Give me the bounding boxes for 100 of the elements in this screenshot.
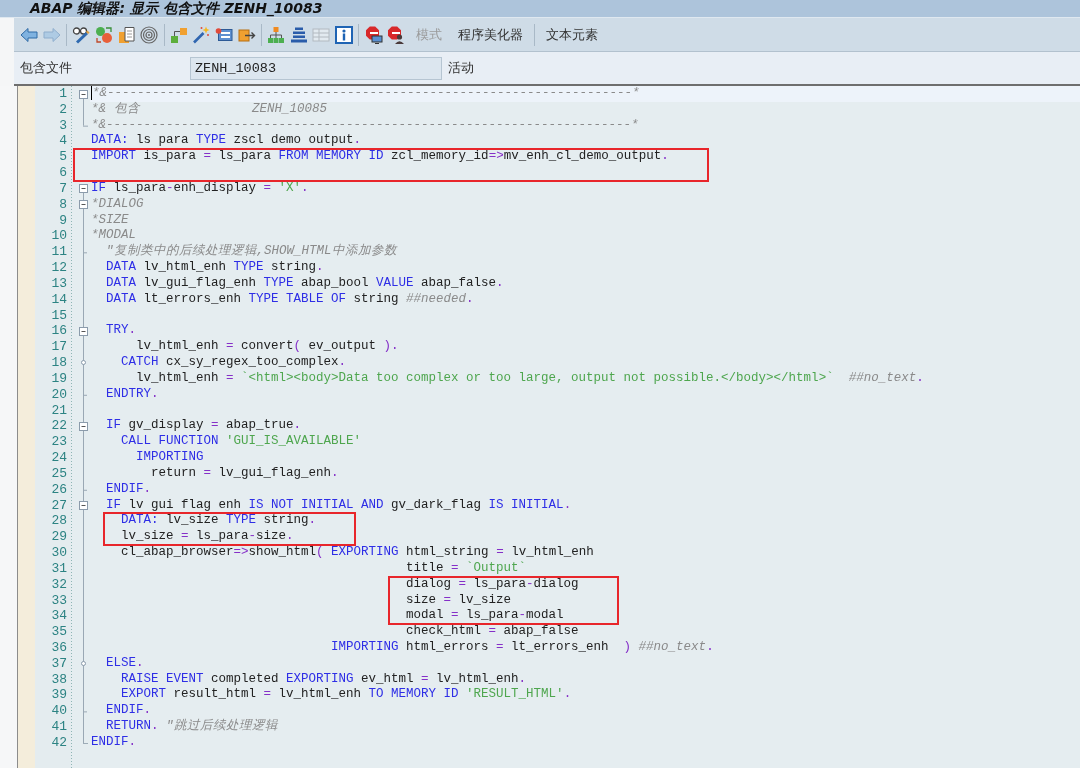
line-number: 11 [51,244,67,260]
bars-icon [289,25,308,44]
line-number: 12 [51,260,67,276]
line-number: 9 [59,212,67,228]
code-line: RAISE EVENT completed EXPORTING ev_html = lv_html_enh. [121,671,527,686]
code-line: *&----------------------------------------------------------------------* [91,117,639,132]
fold-toggle-icon[interactable] [79,184,88,194]
stop-person-icon [387,25,406,44]
code-line: DATA: lv_size TYPE string. [121,513,317,528]
code-line: lv_size = ls_para-size. [121,529,294,544]
line-number: 4 [59,133,67,149]
line-number: 29 [51,529,67,545]
fold-toggle-icon[interactable] [79,326,88,336]
code-line: dialog = ls_para-dialog [406,576,579,591]
code-line: RETURN. "跳过后续处理逻辑 [106,719,278,734]
line-number: 13 [51,275,67,291]
line-number: 32 [51,576,67,592]
code-line: ENDIF. [106,481,152,496]
line-number: 19 [51,370,67,386]
code-line: cl_abap_browser=>show_html( EXPORTING html_string = lv_html_enh [121,545,594,559]
line-number: 23 [51,434,67,450]
hierarchy-icon [267,25,286,44]
line-number: 17 [51,339,67,355]
text-cursor [91,86,92,100]
table-icon [312,25,331,44]
code-line: *MODAL [91,228,136,243]
code-line: lv_html_enh = convert( ev_output ). [136,339,399,354]
document-icon [117,25,136,44]
line-number: 34 [51,608,67,624]
window-title: ABAP 编辑器: 显示 包含文件 ZENH_10083 [30,0,323,17]
line-number: 33 [51,592,67,608]
info-icon [335,25,353,44]
fold-toggle-icon[interactable] [79,500,88,510]
code-line: IF ls_para-enh_display = 'X'. [91,180,309,195]
code-line: DATA: ls para TYPE zscl demo output. [91,133,362,148]
line-number: 26 [51,481,67,497]
line-number: 42 [51,734,67,750]
code-line: *SIZE [91,212,129,227]
include-field[interactable]: ZENH_10083 [190,56,442,80]
stop-monitor-icon [364,25,383,44]
line-number: 20 [51,386,67,402]
arrow-right-icon [42,25,61,44]
code-line: DATA lv_html_enh TYPE string. [106,260,324,275]
field-label: 包含文件 [20,59,73,77]
fold-toggle-icon[interactable] [79,200,88,210]
line-number: 28 [51,513,67,529]
code-line: ENDTRY. [106,386,159,401]
toolbar-button[interactable]: 文本元素 [537,22,606,47]
circles-icon [95,25,114,44]
code-line: TRY. [106,323,137,338]
line-number: 31 [51,560,67,576]
code-line: IMPORT is_para = ls_para FROM MEMORY ID zcl_memory_id=>mv_enh_cl_demo_output. [91,149,669,164]
line-number: 38 [51,671,67,687]
code-line: CATCH cx_sy_regex_too_complex. [121,355,347,370]
line-number: 36 [51,640,67,655]
status-label: 活动 [448,59,474,77]
fold-toggle-icon[interactable] [79,421,88,431]
code-line: IF gv_display = abap_true. [106,418,302,433]
line-number: 8 [59,196,67,212]
code-line: IMPORTING html_errors = lt_errors_enh ) ##no_text. [331,640,714,654]
line-number: 39 [51,687,67,703]
code-line: title = `Output` [406,560,527,575]
line-number: 21 [51,402,67,418]
line-number: 30 [51,545,67,560]
code-line: lv_html_enh = `<html><body>Data too complex or too large, output not possible.</body></html>` ##no_text. [136,370,924,385]
code-line: check_html = abap_false [406,624,579,639]
fold-marker-icon [81,661,86,667]
line-number: 3 [59,117,67,133]
code-line: modal = ls_para-modal [406,608,564,623]
toolbar-button[interactable]: 程序美化器 [449,22,531,47]
line-number: 37 [51,655,67,671]
line-number: 6 [59,165,67,181]
line-number: 25 [51,465,67,481]
magic-wand-icon [192,25,211,44]
line-number: 15 [51,307,67,323]
code-line: *&----------------------------------------------------------------------* [92,86,640,101]
code-line: ENDIF. [91,734,137,749]
line-number: 5 [59,149,67,165]
code-line: DATA lv_gui_flag_enh TYPE abap_bool VALUE abap_false. [106,275,504,290]
line-number: 1 [59,86,67,101]
line-number: 24 [51,450,67,466]
code-line: ENDIF. [106,703,152,718]
line-number: 14 [51,291,67,307]
code-line: *& 包含 ZENH_10085 [91,101,328,116]
code-line: size = lv_size [406,592,512,607]
code-line: return = lv_gui_flag_enh. [151,465,339,480]
code-line: IMPORTING [136,450,204,465]
squares-icon [169,25,188,44]
panel-icon [215,25,234,44]
code-line: *DIALOG [91,196,144,211]
code-line: ELSE. [106,655,144,670]
fold-marker-icon [81,360,86,366]
line-number: 41 [51,719,67,735]
line-number: 10 [51,228,67,244]
code-line: IF lv gui flag enh IS NOT INITIAL AND gv_dark_flag IS INITIAL. [106,497,572,512]
code-line: DATA lt_errors_enh TYPE TABLE OF string ##needed. [106,291,474,306]
line-number: 2 [59,101,67,117]
glasses-pencil-icon [72,25,91,44]
fold-toggle-icon[interactable] [79,89,88,99]
line-number: 40 [51,703,67,719]
